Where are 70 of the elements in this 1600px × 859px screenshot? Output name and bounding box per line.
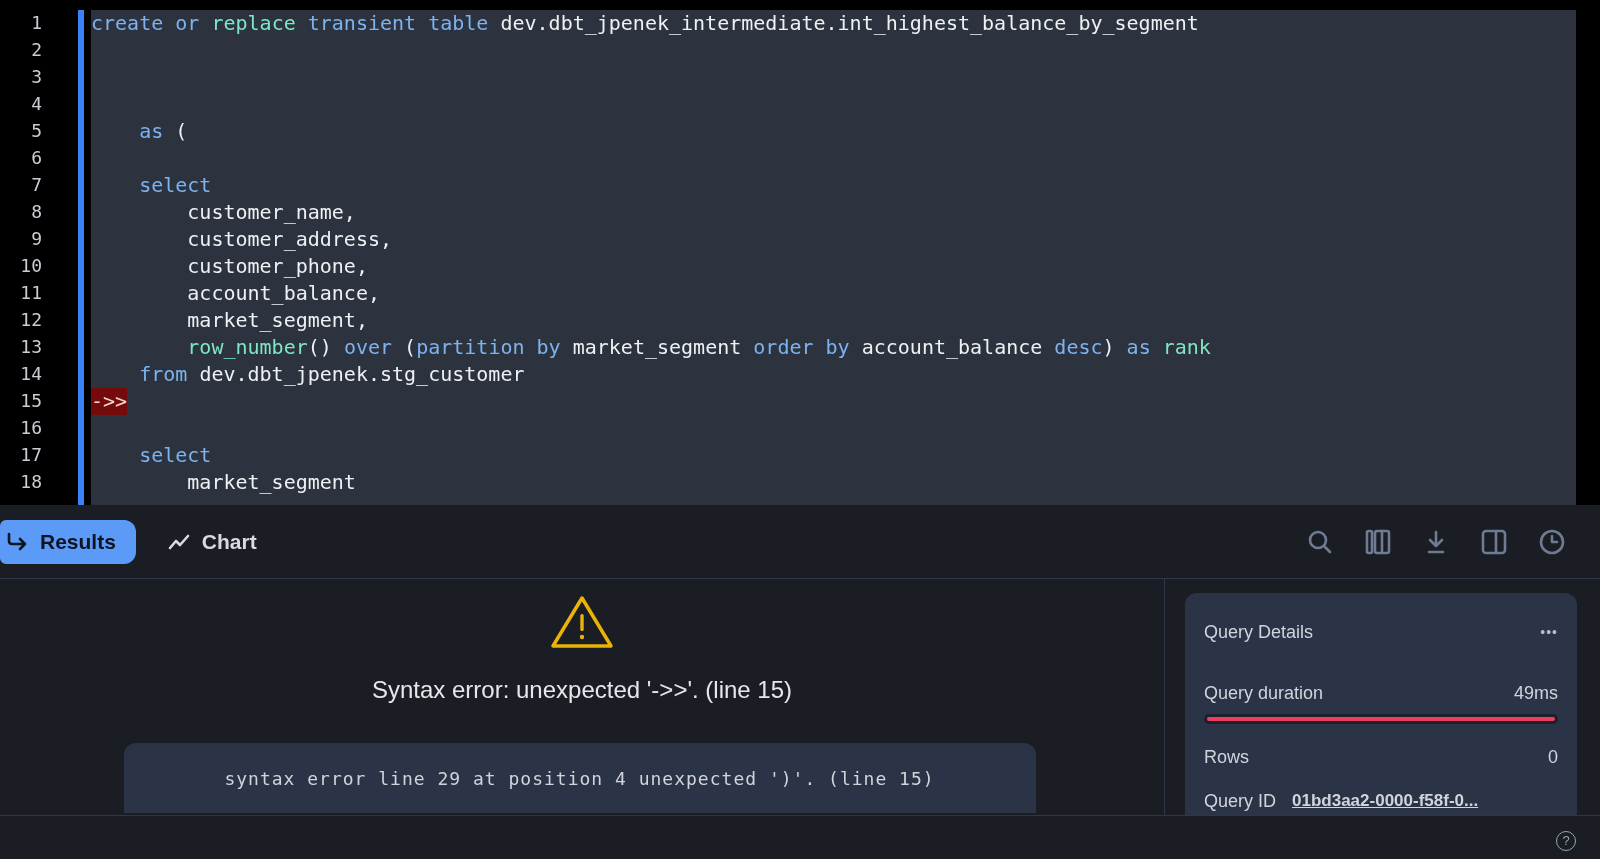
query-id-label: Query ID [1204,790,1277,813]
code-token: select [138,442,212,469]
code-token: ) [1102,334,1116,361]
code-token: dev.dbt_jpenek_intermediate.int_highest_balance_by_segment [500,10,1199,37]
code-token: by [825,334,851,361]
line-number: 10 [19,254,43,278]
code-token: from [138,361,189,388]
duration-label: Query duration [1204,682,1324,705]
columns-button[interactable] [1364,527,1392,556]
code-token: desc [1054,334,1103,361]
line-number: 8 [30,200,43,224]
line-number: 6 [30,146,43,170]
code-token: customer_name, [186,199,356,226]
tab[interactable]: Results [0,519,136,564]
duration-value: 49ms [1514,682,1558,705]
code-token: account_balance [861,334,1044,361]
code-token: partition [416,334,526,361]
code-token: row_number [186,334,308,361]
line-number: 15 [19,389,43,413]
line-number: 16 [19,416,43,440]
query-id-link[interactable]: 01bd3aa2-0000-f58f-0... [1292,788,1479,815]
code-token: () [307,334,333,361]
clock-button[interactable] [1538,527,1566,556]
code-token: as [1126,334,1152,361]
code-token: transient [307,10,418,37]
code-token: rank [1162,334,1211,361]
code-token: market_segment, [186,307,368,334]
rows-label: Rows [1204,746,1249,769]
code-token: account_balance, [186,280,380,307]
more-button[interactable]: ••• [1540,622,1558,643]
line-number: 11 [19,281,43,305]
code-token: over [343,334,394,361]
return-arrow-icon [6,531,28,552]
line-number: 2 [30,38,43,62]
card-title: Query Details [1204,621,1314,644]
error-detail: syntax error line 29 at position 4 unexpected ')'. (line 15) [224,766,935,791]
code-token: replace [211,10,297,37]
code-token: market_segment [186,469,356,496]
line-number: 3 [30,65,43,89]
line-number: 12 [19,308,43,332]
code-token: table [428,10,490,37]
line-chart-icon [167,532,190,551]
line-number: 13 [19,335,43,359]
code-token: ( [404,334,417,361]
line-number: 5 [30,119,43,143]
warning-icon [549,594,615,650]
code-token: order [753,334,815,361]
code-token: market_segment [572,334,743,361]
line-number: 7 [30,173,43,197]
line-number: 4 [30,92,43,116]
line-number: 18 [19,470,43,494]
error-marker: ->> [91,388,128,415]
code-token: customer_phone, [186,253,368,280]
line-number: 14 [19,362,43,386]
code-token: customer_address, [186,226,393,253]
code-token: or [175,10,201,37]
rows-value: 0 [1548,746,1558,769]
tab[interactable]: Chart [159,519,265,564]
line-number: 9 [30,227,43,251]
code-token: select [138,172,212,199]
line-number: 1 [30,11,43,35]
code-token: ( [175,118,188,145]
code-token: create [91,10,165,37]
code-token: dev.dbt_jpenek.stg_customer [199,361,525,388]
code-editor[interactable] [91,10,1576,505]
error-message: Syntax error: unexpected '->>'. (line 15) [371,675,792,705]
code-token: as [138,118,165,145]
code-token: by [536,334,562,361]
line-number: 17 [19,443,43,467]
side-panel-button[interactable] [1480,527,1508,556]
